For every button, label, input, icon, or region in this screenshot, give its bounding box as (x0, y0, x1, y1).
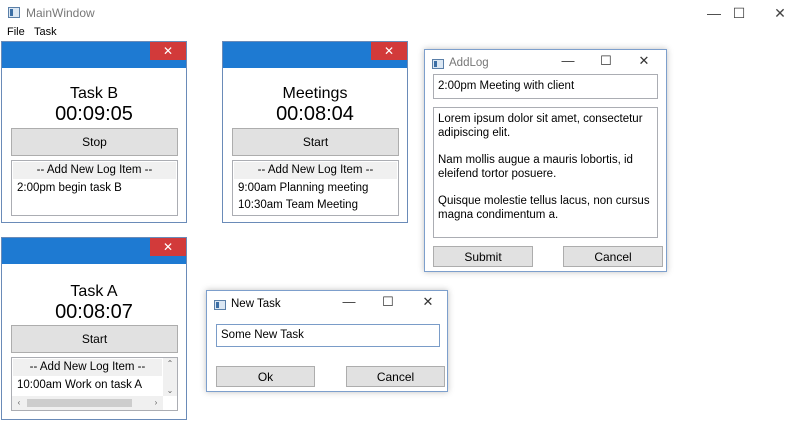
app-icon (214, 300, 226, 310)
task-name: Meetings (282, 85, 348, 102)
log-list[interactable]: -- Add New Log Item -- 10:00am Work on t… (11, 357, 178, 411)
task-titlebar: ✕ (223, 42, 407, 68)
task-titlebar: ✕ (2, 238, 186, 264)
log-title-input[interactable]: 2:00pm Meeting with client (433, 74, 658, 99)
task-window-meetings: ✕ Meetings 00:08:04 Start -- Add New Log… (222, 41, 408, 223)
minimize-button[interactable]: — (553, 53, 583, 68)
add-log-item[interactable]: -- Add New Log Item -- (234, 162, 397, 179)
app-icon (8, 7, 20, 18)
cancel-button[interactable]: Cancel (346, 366, 445, 387)
app-icon (432, 59, 444, 69)
scroll-right-icon[interactable]: › (149, 398, 163, 407)
maximize-button[interactable]: ☐ (591, 53, 621, 69)
task-timer: 00:09:05 (55, 103, 133, 125)
maximize-button[interactable]: ☐ (373, 294, 403, 310)
close-button[interactable]: ✕ (757, 0, 800, 27)
menu-task[interactable]: Task (34, 26, 57, 38)
add-log-item[interactable]: -- Add New Log Item -- (13, 162, 176, 179)
task-timer: 00:08:04 (276, 103, 354, 125)
close-button[interactable]: ✕ (629, 53, 659, 69)
list-item[interactable]: 9:00am Planning meeting (233, 180, 398, 197)
add-log-dialog: AddLog — ☐ ✕ 2:00pm Meeting with client … (424, 49, 667, 272)
minimize-button[interactable]: — (334, 294, 364, 309)
dialog-title: New Task (231, 298, 281, 310)
body-paragraph: Quisque molestie tellus lacus, non cursu… (438, 195, 650, 221)
task-name-input[interactable]: Some New Task (216, 324, 440, 347)
scroll-up-icon[interactable]: ⌃ (163, 359, 177, 368)
scrollbar-thumb[interactable] (27, 399, 132, 407)
body-paragraph: Lorem ipsum dolor sit amet, consectetur … (438, 113, 643, 139)
list-item[interactable]: 10:00am Work on task A (12, 377, 177, 394)
start-button[interactable]: Start (11, 325, 178, 353)
new-task-dialog: New Task — ☐ ✕ Some New Task Ok Cancel (206, 290, 448, 392)
horizontal-scrollbar[interactable]: ‹ › (12, 396, 163, 410)
scroll-left-icon[interactable]: ‹ (12, 398, 26, 407)
window-title: MainWindow (26, 6, 95, 20)
stop-button[interactable]: Stop (11, 128, 178, 156)
body-paragraph: Nam mollis augue a mauris lobortis, id e… (438, 154, 633, 180)
vertical-scrollbar[interactable]: ⌃ ⌄ (163, 358, 177, 396)
task-window-task-a: ✕ Task A 00:08:07 Start -- Add New Log I… (1, 237, 187, 420)
ok-button[interactable]: Ok (216, 366, 315, 387)
menu-bar: File Task (0, 26, 800, 40)
log-body-textarea[interactable]: Lorem ipsum dolor sit amet, consectetur … (433, 107, 658, 238)
close-icon[interactable]: ✕ (371, 42, 407, 60)
task-window-task-b: ✕ Task B 00:09:05 Stop -- Add New Log It… (1, 41, 187, 223)
close-icon[interactable]: ✕ (150, 42, 186, 60)
task-titlebar: ✕ (2, 42, 186, 68)
menu-file[interactable]: File (7, 26, 25, 38)
task-name: Task A (70, 283, 118, 300)
task-name: Task B (69, 85, 118, 102)
task-timer: 00:08:07 (55, 301, 133, 323)
list-item[interactable]: 2:00pm begin task B (12, 180, 177, 197)
main-titlebar: MainWindow — ☐ ✕ (0, 0, 800, 27)
list-item[interactable]: 10:30am Team Meeting (233, 197, 398, 214)
add-log-item[interactable]: -- Add New Log Item -- (13, 359, 162, 376)
scroll-down-icon[interactable]: ⌄ (163, 386, 177, 395)
log-list[interactable]: -- Add New Log Item -- 2:00pm begin task… (11, 160, 178, 216)
submit-button[interactable]: Submit (433, 246, 533, 267)
start-button[interactable]: Start (232, 128, 399, 156)
maximize-button[interactable]: ☐ (716, 0, 762, 27)
close-icon[interactable]: ✕ (150, 238, 186, 256)
close-button[interactable]: ✕ (413, 294, 443, 310)
log-list[interactable]: -- Add New Log Item -- 9:00am Planning m… (232, 160, 399, 216)
cancel-button[interactable]: Cancel (563, 246, 663, 267)
dialog-title: AddLog (449, 57, 489, 69)
